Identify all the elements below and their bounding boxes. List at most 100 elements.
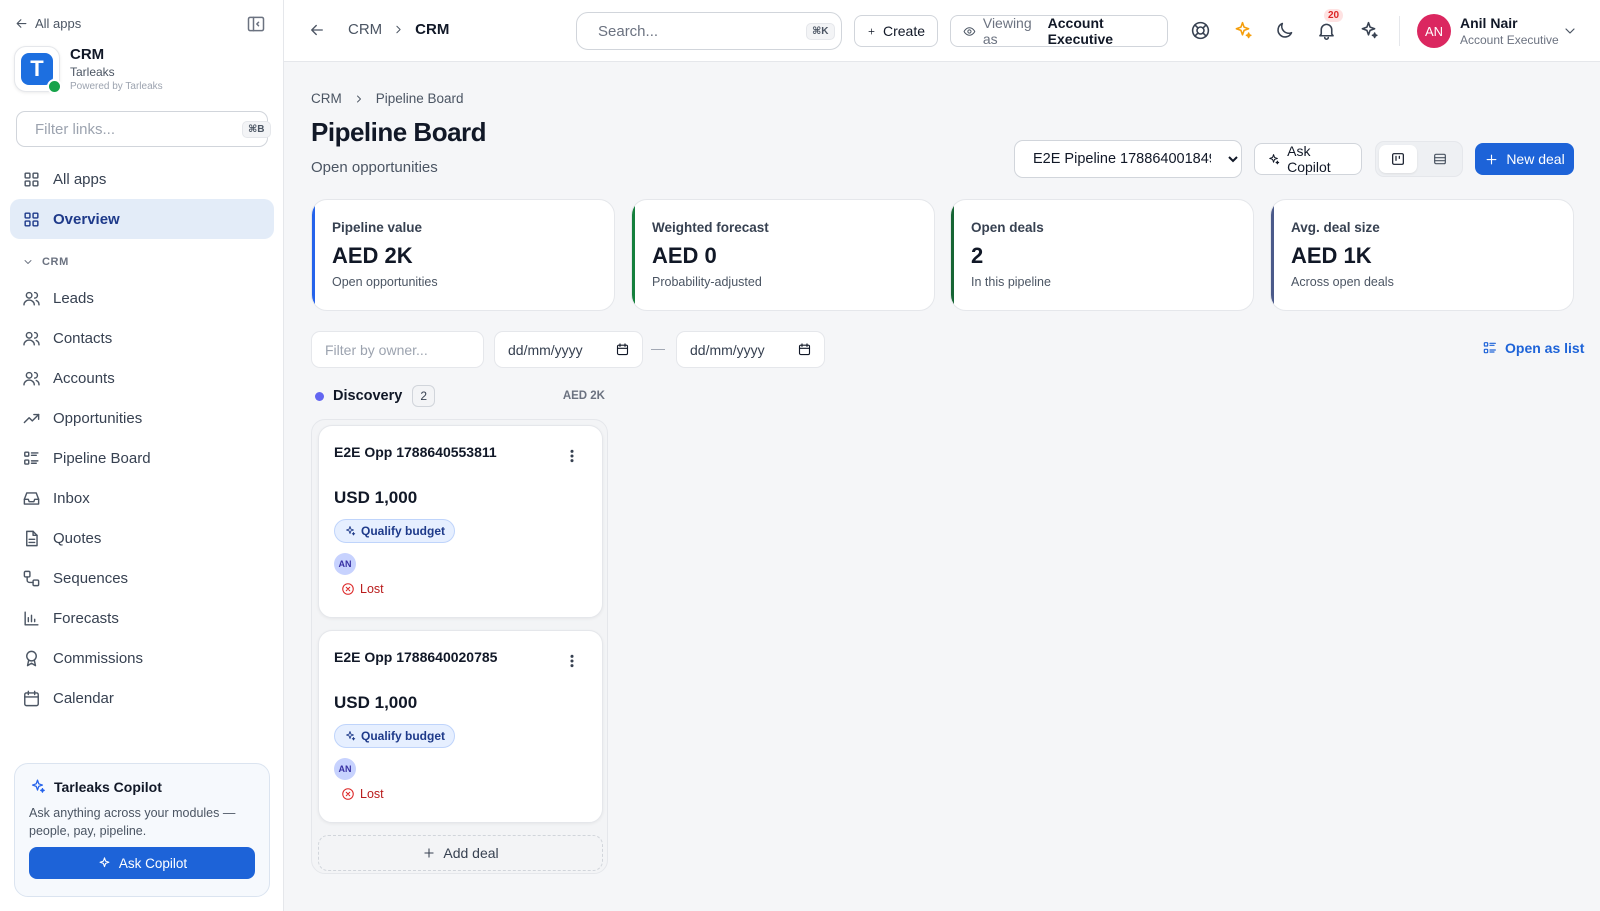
breadcrumb-item[interactable]: CRM — [348, 21, 382, 38]
copilot-description: Ask anything across your modules — peopl… — [29, 806, 236, 838]
sparkle-icon — [346, 731, 356, 741]
sidebar-item-label: Calendar — [53, 689, 114, 707]
card-menu-button[interactable] — [564, 653, 580, 669]
stat-card-open-deals: Open deals 2 In this pipeline — [950, 199, 1254, 311]
section-label: CRM — [42, 256, 69, 268]
calendar-icon — [24, 690, 39, 706]
card-menu-button[interactable] — [564, 448, 580, 464]
stage-total: AED 2K — [562, 390, 605, 402]
ask-copilot-sidebar-button[interactable]: Ask Copilot — [29, 847, 255, 879]
crm-section-toggle[interactable]: CRM — [22, 256, 69, 268]
shortcut-badge: ⌘B — [242, 120, 271, 138]
calendar-icon — [798, 343, 811, 356]
sidebar-item-forecasts[interactable]: Forecasts — [10, 598, 274, 638]
ai-sparkle-button[interactable] — [1232, 20, 1254, 42]
ask-copilot-button[interactable]: Ask Copilot — [1254, 143, 1362, 175]
sidebar-item-all-apps[interactable]: All apps — [10, 159, 274, 199]
tag-label: Qualify budget — [361, 524, 445, 538]
sparkle-icon — [1361, 21, 1378, 39]
deal-title: E2E Opp 1788640553811 — [334, 444, 497, 460]
sidebar-item-label: Sequences — [53, 569, 129, 587]
users-icon — [23, 291, 40, 306]
all-apps-back-link[interactable]: All apps — [14, 16, 81, 31]
list-icon — [1483, 342, 1496, 354]
stat-value: AED 2K — [332, 243, 413, 268]
filter-links-input[interactable] — [35, 120, 234, 138]
next-step-tag[interactable]: Qualify budget — [334, 724, 455, 748]
avatar[interactable]: AN — [1417, 14, 1451, 48]
plus-icon — [1486, 154, 1497, 164]
date-from-field[interactable]: dd/mm/yyyy — [494, 331, 643, 368]
topbar: CRM CRM ⌘K Create Viewing as Account Exe… — [284, 0, 1600, 62]
back-label: All apps — [35, 16, 82, 31]
sparkle-icon — [1235, 21, 1252, 39]
life-buoy-icon — [1191, 21, 1210, 40]
breadcrumb-item[interactable]: CRM — [311, 91, 342, 106]
sidebar-item-leads[interactable]: Leads — [10, 278, 274, 318]
sidebar-item-inbox[interactable]: Inbox — [10, 478, 274, 518]
sidebar-item-commissions[interactable]: Commissions — [10, 638, 274, 678]
new-deal-button[interactable]: New deal — [1475, 143, 1574, 175]
deal-card[interactable]: E2E Opp 1788640020785 USD 1,000 Qualify … — [318, 630, 603, 823]
grid-icon — [24, 171, 39, 187]
collapse-sidebar-button[interactable] — [246, 14, 268, 36]
app-brand: T CRM Tarleaks Powered by Tarleaks — [14, 46, 163, 94]
stat-card-pipeline-value: Pipeline value AED 2K Open opportunities — [311, 199, 615, 311]
pipeline-select[interactable]: E2E Pipeline 1788640018493 — [1014, 140, 1242, 178]
sidebar-item-accounts[interactable]: Accounts — [10, 358, 274, 398]
list-icon — [24, 450, 39, 465]
notifications-button[interactable] — [1316, 20, 1338, 42]
copilot-button[interactable] — [1358, 20, 1380, 42]
search-input[interactable] — [598, 22, 797, 40]
back-button[interactable] — [308, 21, 326, 39]
kanban-column-discovery: E2E Opp 1788640553811 USD 1,000 Qualify … — [311, 419, 608, 874]
viewing-as-button[interactable]: Viewing as Account Executive — [950, 15, 1168, 47]
sidebar-item-quotes[interactable]: Quotes — [10, 518, 274, 558]
filter-links-field: ⌘B — [16, 111, 271, 147]
notification-badge: 20 — [1324, 9, 1344, 22]
eye-icon — [963, 26, 976, 36]
next-step-tag[interactable]: Qualify budget — [334, 519, 455, 543]
arrow-left-icon — [16, 19, 27, 28]
page-breadcrumb: CRM Pipeline Board — [311, 91, 464, 106]
app-name: CRM — [70, 46, 105, 63]
deal-status: Lost — [341, 582, 384, 596]
help-button[interactable] — [1190, 20, 1212, 42]
viewing-role: Account Executive — [1047, 15, 1114, 47]
sidebar-item-sequences[interactable]: Sequences — [10, 558, 274, 598]
user-menu-button[interactable] — [1562, 23, 1578, 39]
user-info[interactable]: Anil Nair Account Executive — [1460, 15, 1559, 48]
sidebar-item-contacts[interactable]: Contacts — [10, 318, 274, 358]
owner-filter-input[interactable] — [311, 331, 484, 368]
add-deal-button[interactable]: Add deal — [318, 835, 603, 871]
owner-avatar: AN — [334, 758, 356, 780]
sidebar-item-label: All apps — [53, 170, 107, 188]
table-icon — [1434, 153, 1446, 165]
sidebar-item-label: Commissions — [53, 649, 144, 667]
sidebar-item-overview[interactable]: Overview — [10, 199, 274, 239]
deal-title: E2E Opp 1788640020785 — [334, 649, 498, 665]
button-label: Ask Copilot — [1287, 143, 1331, 175]
button-label: New deal — [1506, 151, 1565, 167]
open-as-list-link[interactable]: Open as list — [1482, 340, 1584, 356]
sidebar-item-pipeline-board[interactable]: Pipeline Board — [10, 438, 274, 478]
board-view-button[interactable] — [1379, 145, 1417, 173]
x-circle-icon — [342, 788, 354, 800]
more-vertical-icon — [570, 654, 574, 668]
create-button[interactable]: Create — [854, 15, 938, 47]
sidebar-item-opportunities[interactable]: Opportunities — [10, 398, 274, 438]
date-to-field[interactable]: dd/mm/yyyy — [676, 331, 825, 368]
create-label: Create — [882, 23, 925, 39]
deal-card[interactable]: E2E Opp 1788640553811 USD 1,000 Qualify … — [318, 425, 603, 618]
logo-letter: T — [21, 53, 53, 85]
table-view-button[interactable] — [1421, 145, 1459, 173]
moon-icon — [1277, 22, 1293, 38]
user-role: Account Executive — [1460, 33, 1559, 47]
sidebar: All apps T CRM Tarleaks Powered by Tarle… — [0, 0, 284, 911]
dark-mode-toggle[interactable] — [1274, 20, 1296, 42]
page-subtitle: Open opportunities — [311, 159, 438, 176]
date-range-separator: — — [651, 340, 665, 356]
date-placeholder: dd/mm/yyyy — [690, 341, 765, 358]
sidebar-item-calendar[interactable]: Calendar — [10, 678, 274, 718]
copilot-title: Tarleaks Copilot — [54, 778, 162, 795]
